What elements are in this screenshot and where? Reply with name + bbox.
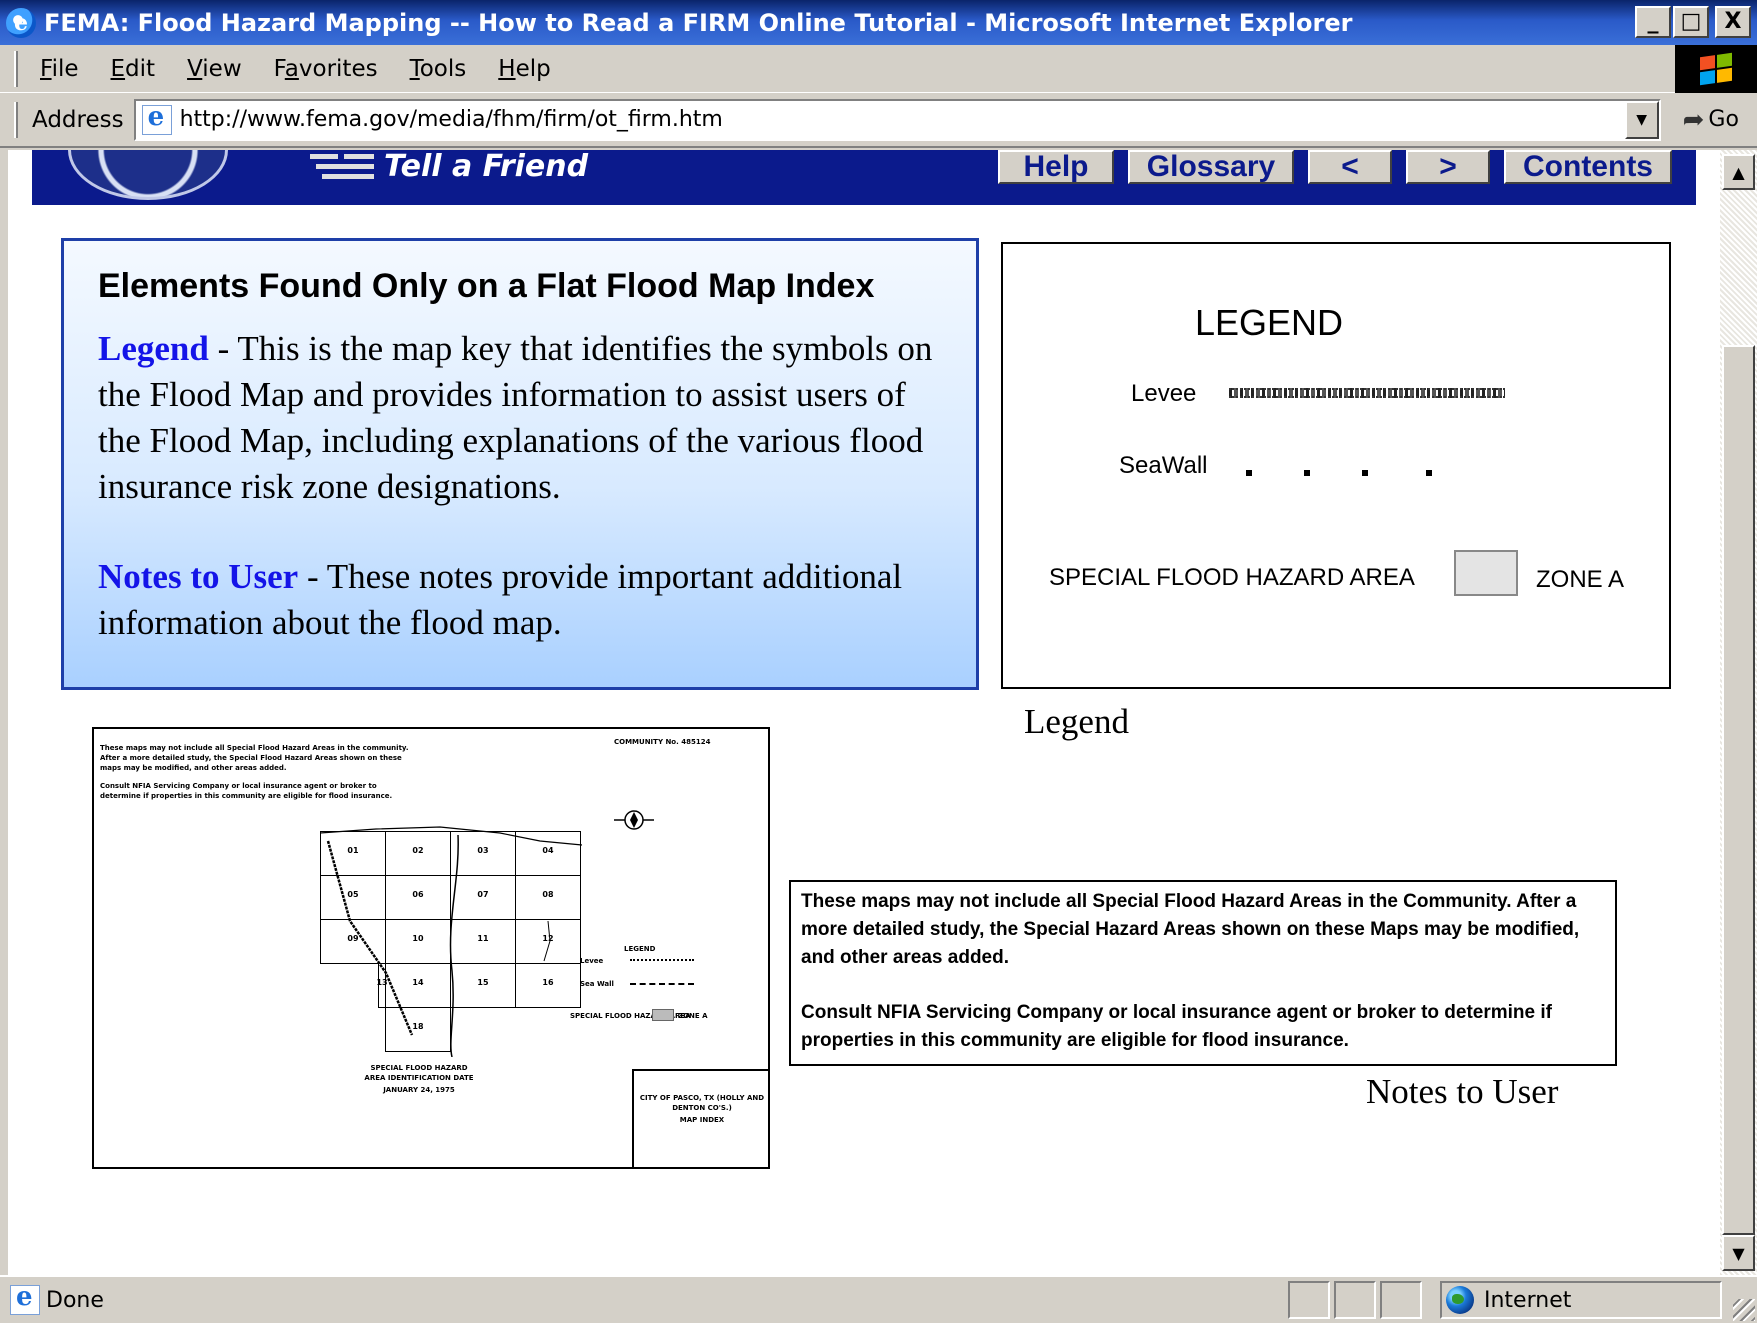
- map-levee-symbol: [630, 959, 694, 962]
- menu-edit[interactable]: Edit: [111, 56, 156, 82]
- menu-file[interactable]: File: [40, 56, 79, 82]
- go-button[interactable]: ➦ Go: [1683, 105, 1739, 135]
- address-url[interactable]: http://www.fema.gov/media/fhm/firm/ot_fi…: [180, 107, 723, 132]
- scroll-down-button[interactable]: ▼: [1722, 1235, 1755, 1271]
- maximize-button[interactable]: □: [1673, 6, 1709, 38]
- prev-button[interactable]: <: [1308, 150, 1392, 184]
- notes-sample: These maps may not include all Special F…: [789, 880, 1617, 1066]
- next-button[interactable]: >: [1406, 150, 1490, 184]
- toolbar-grip[interactable]: [14, 50, 18, 87]
- legend-title: LEGEND: [1195, 302, 1344, 343]
- map-notes-text: These maps may not include all Special F…: [100, 744, 409, 772]
- legend-sfha-label: SPECIAL FLOOD HAZARD AREA: [1049, 564, 1415, 591]
- notes-caption: Notes to User: [1366, 1072, 1559, 1111]
- page-icon: [141, 102, 172, 135]
- vertical-scrollbar[interactable]: ▲ ▼: [1720, 150, 1757, 1275]
- status-pane: [1288, 1281, 1330, 1319]
- tell-a-friend-label: Tell a Friend: [384, 150, 589, 184]
- tell-a-friend-link[interactable]: Tell a Friend: [310, 150, 588, 186]
- go-arrow-icon: ➦: [1682, 104, 1705, 135]
- address-label: Address: [32, 106, 124, 133]
- legend-paragraph: Legend - This is the map key that identi…: [98, 326, 946, 510]
- seawall-symbol: [1426, 470, 1432, 476]
- globe-icon: [1446, 1286, 1474, 1314]
- status-pane: [1334, 1281, 1376, 1319]
- close-button[interactable]: X: [1715, 6, 1751, 38]
- window-controls: _ □ X: [1635, 6, 1751, 38]
- map-mini-seawall: Sea Wall: [580, 980, 614, 988]
- status-text: Done: [46, 1287, 104, 1313]
- map-consult-text: Consult NFIA Servicing Company or local …: [100, 782, 393, 800]
- address-dropdown-button[interactable]: ▼: [1624, 100, 1659, 139]
- legend-levee-label: Levee: [1131, 380, 1197, 407]
- address-input[interactable]: http://www.fema.gov/media/fhm/firm/ot_fi…: [133, 98, 1661, 141]
- menu-favorites[interactable]: Favorites: [274, 56, 378, 82]
- envelope-icon: [310, 150, 380, 186]
- contents-button[interactable]: Contents: [1504, 150, 1672, 184]
- legend-term: Legend: [98, 329, 209, 368]
- notes-sample-para1: These maps may not include all Special F…: [801, 891, 1580, 968]
- fema-nav-bar: Tell a Friend Help Glossary < > Contents: [32, 150, 1696, 205]
- status-page-icon: [10, 1282, 40, 1315]
- legend-caption: Legend: [1024, 702, 1129, 741]
- map-zone-swatch: [652, 1009, 674, 1021]
- info-title: Elements Found Only on a Flat Flood Map …: [98, 267, 875, 305]
- page-viewport: Tell a Friend Help Glossary < > Contents…: [8, 150, 1720, 1275]
- flood-map-index-image: These maps may not include all Special F…: [92, 727, 770, 1169]
- map-id-date-label: SPECIAL FLOOD HAZARD AREA IDENTIFICATION…: [364, 1064, 474, 1082]
- address-bar: Address http://www.fema.gov/media/fhm/fi…: [0, 93, 1757, 148]
- minimize-button[interactable]: _: [1635, 6, 1671, 38]
- map-seawall-symbol: [630, 983, 694, 986]
- go-label: Go: [1708, 107, 1739, 132]
- legend-sample: LEGEND Levee SeaWall SPECIAL FLOOD HAZAR…: [1001, 242, 1671, 689]
- windows-logo-icon: [1675, 45, 1757, 93]
- address-grip[interactable]: [14, 101, 18, 138]
- legend-zone-label: ZONE A: [1536, 566, 1625, 593]
- seawall-symbol: [1362, 470, 1368, 476]
- compass-icon: [614, 810, 654, 830]
- help-button[interactable]: Help: [998, 150, 1114, 184]
- map-id-date: JANUARY 24, 1975: [383, 1086, 455, 1094]
- security-zone[interactable]: Internet: [1440, 1281, 1722, 1319]
- notes-term: Notes to User: [98, 557, 299, 596]
- map-mini-levee: Levee: [580, 957, 604, 965]
- legend-description: - This is the map key that identifies th…: [98, 329, 933, 506]
- status-bar: Done Internet: [0, 1275, 1757, 1323]
- map-community-no: COMMUNITY No. 485124: [614, 738, 711, 746]
- map-mini-zone: ZONE A: [678, 1012, 708, 1020]
- menu-bar: File Edit View Favorites Tools Help: [0, 45, 1757, 93]
- status-panes: [1288, 1281, 1426, 1319]
- menu-view[interactable]: View: [187, 56, 242, 82]
- legend-seawall-label: SeaWall: [1119, 452, 1208, 479]
- scroll-thumb[interactable]: [1722, 345, 1755, 1235]
- glossary-button[interactable]: Glossary: [1128, 150, 1294, 184]
- zone-a-swatch: [1454, 550, 1518, 596]
- scroll-up-button[interactable]: ▲: [1722, 154, 1755, 190]
- fema-seal-logo: [68, 150, 228, 200]
- title-bar: e FEMA: Flood Hazard Mapping -- How to R…: [0, 0, 1757, 45]
- map-title-block-name: CITY OF PASCO, TX (HOLLY AND DENTON CO'S…: [639, 1094, 765, 1112]
- nav-buttons: Help Glossary < > Contents: [998, 150, 1672, 184]
- seawall-symbol: [1304, 470, 1310, 476]
- map-river-lines: [320, 826, 583, 1057]
- seawall-symbol: [1246, 470, 1252, 476]
- info-panel: Elements Found Only on a Flat Flood Map …: [61, 238, 979, 690]
- menu-tools[interactable]: Tools: [410, 56, 467, 82]
- menu-help[interactable]: Help: [498, 56, 550, 82]
- resize-grip[interactable]: [1733, 1299, 1755, 1321]
- status-pane: [1380, 1281, 1422, 1319]
- map-title-block: CITY OF PASCO, TX (HOLLY AND DENTON CO'S…: [632, 1069, 768, 1167]
- map-title-block-index: MAP INDEX: [679, 1116, 725, 1124]
- window-title: FEMA: Flood Hazard Mapping -- How to Rea…: [44, 8, 1353, 37]
- map-mini-legend: LEGEND: [624, 945, 656, 953]
- notes-paragraph: Notes to User - These notes provide impo…: [98, 554, 946, 646]
- notes-sample-para2: Consult NFIA Servicing Company or local …: [801, 1002, 1552, 1051]
- zone-label: Internet: [1484, 1287, 1572, 1313]
- ie-logo-icon[interactable]: e: [6, 7, 36, 38]
- levee-symbol: [1229, 388, 1505, 398]
